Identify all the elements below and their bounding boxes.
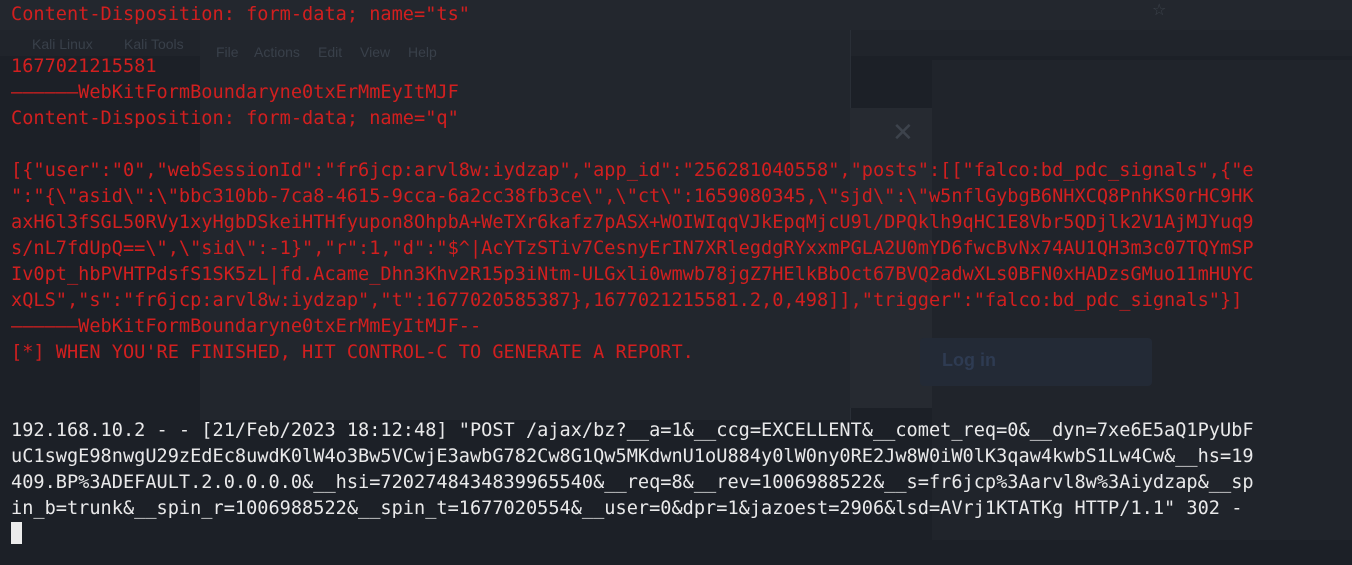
terminal-cursor-line	[11, 522, 1347, 548]
terminal-line: 1677021215581	[11, 56, 157, 77]
terminal-line: ——————WebKitFormBoundaryne0txErMmEyItMJF	[11, 82, 459, 103]
terminal-line: Iv0pt_hbPVHTPdsfS1SK5zL|fd.Acame_Dhn3Khv…	[11, 264, 1254, 285]
terminal-line: ":"{\"asid\":\"bbc310bb-7ca8-4615-9cca-6…	[11, 186, 1254, 207]
terminal-output[interactable]: Content-Disposition: form-data; name="ts…	[11, 2, 1347, 548]
terminal-line: in_b=trunk&__spin_r=1006988522&__spin_t=…	[11, 498, 1243, 519]
terminal-line: Content-Disposition: form-data; name="ts…	[11, 4, 470, 25]
terminal-cursor	[11, 522, 22, 544]
terminal-line: s/nL7fdUpQ==\",\"sid\":-1}","r":1,"d":"$…	[11, 238, 1254, 259]
terminal-line: xQLS","s":"fr6jcp:arvl8w:iydzap","t":167…	[11, 290, 1243, 311]
terminal-line: 192.168.10.2 - - [21/Feb/2023 18:12:48] …	[11, 420, 1254, 441]
terminal-line: Content-Disposition: form-data; name="q"	[11, 108, 459, 129]
terminal-line: axH6l3fSGL50RVy1xyHgbDSkeiHTHfyupon8Ohpb…	[11, 212, 1254, 233]
terminal-screen[interactable]: Kali Linux Kali Tools File Actions Edit …	[0, 0, 1352, 565]
terminal-line: [*] WHEN YOU'RE FINISHED, HIT CONTROL-C …	[11, 342, 694, 363]
terminal-line: [{"user":"0","webSessionId":"fr6jcp:arvl…	[11, 160, 1254, 181]
terminal-line: 409.BP%3ADEFAULT.2.0.0.0.0&__hsi=7202748…	[11, 472, 1254, 493]
terminal-line: ——————WebKitFormBoundaryne0txErMmEyItMJF…	[11, 316, 482, 337]
terminal-line: uC1swgE98nwgU29zEdEc8uwdK0lW4o3Bw5VCwjE3…	[11, 446, 1254, 467]
